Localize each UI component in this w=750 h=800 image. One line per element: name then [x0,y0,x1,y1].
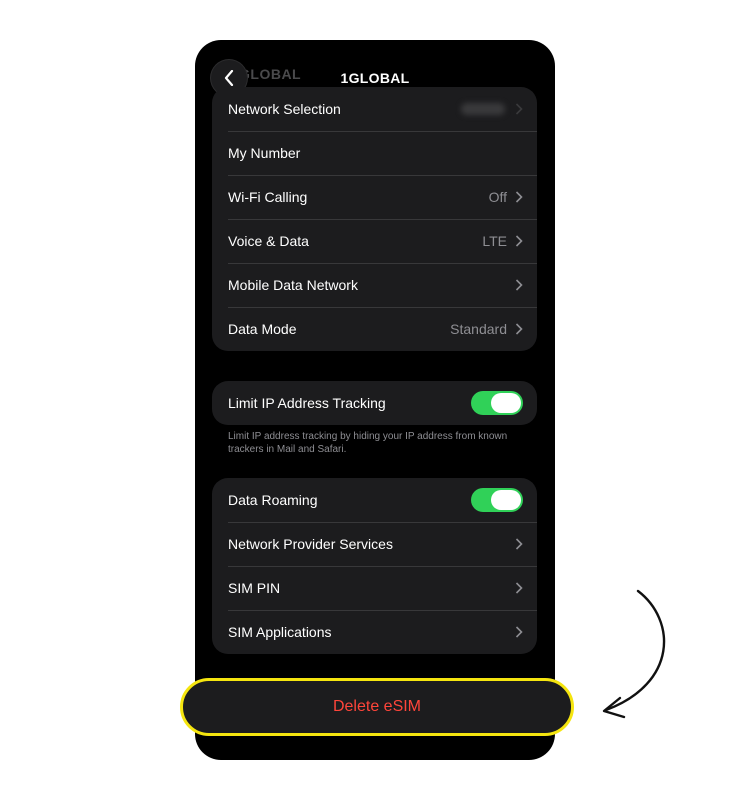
row-sim-pin[interactable]: SIM PIN [212,566,537,610]
phone-screen: GLOBAL 1GLOBAL Network Selection My Numb… [195,40,555,760]
row-label: Limit IP Address Tracking [228,395,386,411]
network-settings-group: Network Selection My Number Wi-Fi Callin… [212,87,537,351]
curved-arrow-icon [602,589,666,719]
chevron-right-icon [515,538,523,550]
row-label: SIM PIN [228,580,281,596]
row-label: Network Selection [228,101,341,117]
row-voice-data[interactable]: Voice & Data LTE [212,219,537,263]
page-title: 1GLOBAL [340,70,410,86]
row-wifi-calling[interactable]: Wi-Fi Calling Off [212,175,537,219]
ip-tracking-toggle[interactable] [471,391,523,415]
row-label: My Number [228,145,301,161]
row-label: SIM Applications [228,624,332,640]
roaming-group: Data Roaming Network Provider Services S… [212,478,537,654]
row-limit-ip-tracking: Limit IP Address Tracking [212,381,537,425]
ip-tracking-footnote: Limit IP address tracking by hiding your… [228,431,508,455]
row-label: Network Provider Services [228,536,393,552]
row-value: Standard [450,321,507,337]
row-label: Voice & Data [228,233,309,249]
row-sim-applications[interactable]: SIM Applications [212,610,537,654]
chevron-right-icon [515,191,523,203]
row-label: Data Roaming [228,492,318,508]
row-network-selection[interactable]: Network Selection [212,87,537,131]
row-label: Wi-Fi Calling [228,189,308,205]
chevron-right-icon [515,323,523,335]
row-label: Data Mode [228,321,297,337]
row-mobile-data-network[interactable]: Mobile Data Network [212,263,537,307]
chevron-right-icon [515,582,523,594]
chevron-right-icon [515,279,523,291]
row-network-provider-services[interactable]: Network Provider Services [212,522,537,566]
delete-esim-label: Delete eSIM [332,698,422,715]
blurred-value [461,103,505,115]
ip-tracking-group: Limit IP Address Tracking [212,381,537,425]
row-data-mode[interactable]: Data Mode Standard [212,307,537,351]
row-my-number[interactable]: My Number [212,131,537,175]
toggle-knob [491,393,521,413]
delete-esim-button[interactable]: Delete eSIM [180,678,574,736]
row-value: LTE [482,233,507,249]
chevron-right-icon [515,235,523,247]
row-label: Mobile Data Network [228,277,358,293]
chevron-right-icon [515,103,523,115]
chevron-right-icon [515,626,523,638]
row-data-roaming: Data Roaming [212,478,537,522]
row-value: Off [488,189,507,205]
toggle-knob [491,490,521,510]
data-roaming-toggle[interactable] [471,488,523,512]
